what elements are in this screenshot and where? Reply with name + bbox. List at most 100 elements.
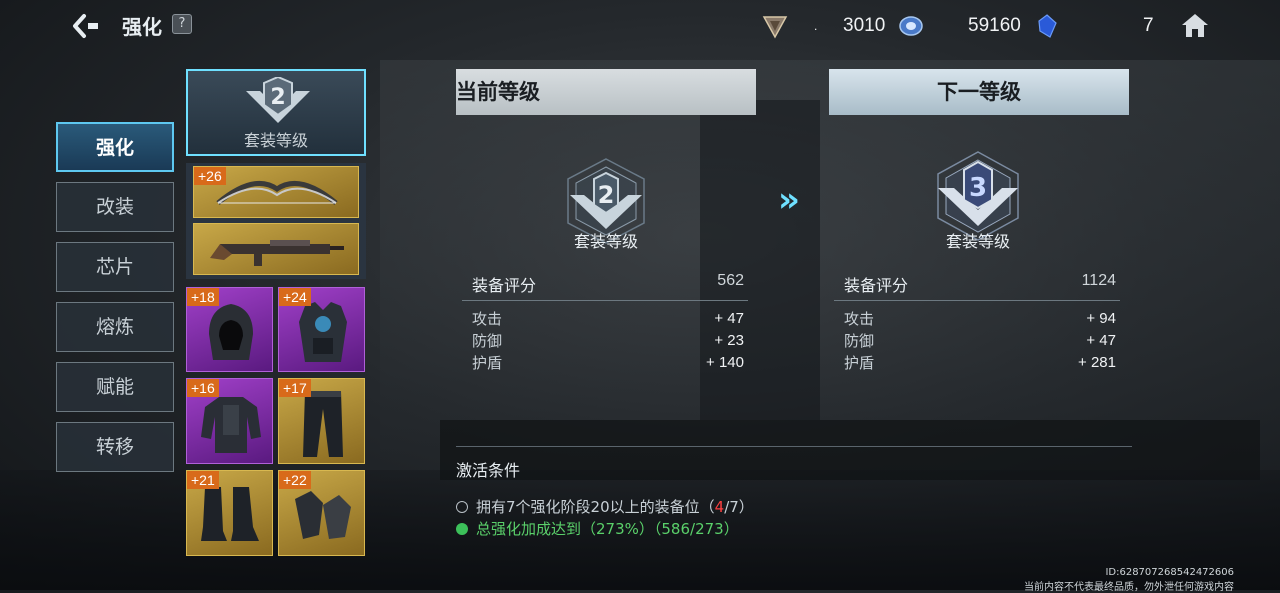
equip-slot-armor[interactable]: +16 xyxy=(186,378,273,464)
rifle-icon xyxy=(210,240,344,266)
next-stat-value: + 94 xyxy=(1086,310,1116,327)
next-stat-row: 防御 + 47 xyxy=(834,332,1120,350)
next-score-value: 1124 xyxy=(1081,272,1116,289)
back-button[interactable] xyxy=(70,12,102,40)
current-score-value: 562 xyxy=(717,272,744,289)
top-bar: 强化 ? . 3010 59160 7 xyxy=(0,0,1280,52)
condition-1-prefix: 拥有7个强化阶段20以上的装备位（ xyxy=(476,498,715,516)
tab-smelt[interactable]: 熔炼 xyxy=(56,302,174,352)
equip-slot-rifle[interactable] xyxy=(193,223,359,275)
check-circle-icon xyxy=(456,522,468,535)
condition-2-text: 总强化加成达到（273%）（586/273） xyxy=(476,520,739,538)
current-stat-value: + 140 xyxy=(706,354,744,371)
next-score-label: 装备评分 xyxy=(844,276,909,295)
currency-orb xyxy=(898,12,924,40)
next-stat-value: + 281 xyxy=(1078,354,1116,371)
next-stats: 装备评分 1124 攻击 + 94 防御 + 47 护盾 + 281 xyxy=(834,272,1120,371)
hood-icon xyxy=(209,304,253,360)
condition-1-suffix: /7） xyxy=(724,498,754,516)
current-stat-row: 护盾 + 140 xyxy=(462,354,748,372)
conditions-divider xyxy=(456,446,1132,447)
next-stat-row: 护盾 + 281 xyxy=(834,354,1120,372)
next-level-label: 套装等级 xyxy=(945,232,1010,251)
currency-separator: . xyxy=(814,19,818,33)
suit-level-emblem-icon: 2 xyxy=(246,77,310,123)
gloves-enhance-badge: +22 xyxy=(279,471,311,489)
tab-chip[interactable]: 芯片 xyxy=(56,242,174,292)
equip-slot-hood[interactable]: +18 xyxy=(186,287,273,372)
currency-1: 3010 xyxy=(843,12,885,40)
bow-enhance-badge: +26 xyxy=(194,167,226,185)
next-level-header: 下一等级 xyxy=(829,69,1129,115)
vest-enhance-badge: +24 xyxy=(279,288,311,306)
next-stat-value: + 47 xyxy=(1086,332,1116,349)
current-level-label: 套装等级 xyxy=(573,232,638,251)
equip-slot-boots[interactable]: +21 xyxy=(186,470,273,556)
current-stat-name: 护盾 xyxy=(472,354,503,372)
suit-level-number: 2 xyxy=(270,85,285,110)
tab-empower[interactable]: 赋能 xyxy=(56,362,174,412)
current-stat-value: + 23 xyxy=(714,332,744,349)
tab-enhance[interactable]: 强化 xyxy=(56,122,174,172)
bow-icon xyxy=(216,180,338,205)
next-stat-row: 攻击 + 94 xyxy=(834,310,1120,328)
page-title: 强化 xyxy=(122,15,162,39)
conditions-title: 激活条件 xyxy=(456,461,521,480)
currency-1-value: 3010 xyxy=(843,15,886,36)
shield-emblem-icon xyxy=(762,16,788,39)
help-icon[interactable]: ? xyxy=(172,14,192,34)
watermark-id: ID:628707268542472606 xyxy=(1105,567,1234,578)
hood-enhance-badge: +18 xyxy=(187,288,219,306)
gloves-icon xyxy=(295,491,351,539)
home-button[interactable] xyxy=(1180,10,1210,40)
currency-gem xyxy=(1036,12,1058,40)
suit-level-card[interactable]: 2 套装等级 xyxy=(186,69,366,156)
equip-slot-pants[interactable]: +17 xyxy=(278,378,365,464)
boots-icon xyxy=(201,487,259,541)
current-score-row: 装备评分 562 xyxy=(462,272,748,301)
unchecked-circle-icon xyxy=(456,500,468,513)
boots-enhance-badge: +21 xyxy=(187,471,219,489)
current-stat-name: 防御 xyxy=(472,332,503,350)
equip-slot-bow[interactable]: +26 xyxy=(193,166,359,218)
back-arrow-icon xyxy=(73,14,98,38)
condition-1-progress: 4 xyxy=(714,497,725,516)
current-stat-name: 攻击 xyxy=(472,310,503,328)
pants-icon xyxy=(303,391,343,457)
tab-modify[interactable]: 改装 xyxy=(56,182,174,232)
level-arrow-icon: » xyxy=(778,180,800,220)
currency-2: 59160 xyxy=(968,12,1021,40)
pants-enhance-badge: +17 xyxy=(279,379,311,397)
next-stat-name: 护盾 xyxy=(844,354,875,372)
condition-item-total: 总强化加成达到（273%）（586/273） xyxy=(456,518,739,539)
currency-emblem xyxy=(762,12,788,40)
armor-icon xyxy=(201,397,261,453)
currency-3-value: 7 xyxy=(1143,15,1154,36)
currency-3: 7 xyxy=(1143,12,1154,40)
home-icon xyxy=(1182,14,1208,37)
equip-slot-gloves[interactable]: +22 xyxy=(278,470,365,556)
equip-slot-vest[interactable]: +24 xyxy=(278,287,365,372)
next-stat-name: 防御 xyxy=(844,332,875,350)
blue-orb-icon xyxy=(899,16,923,36)
watermark-notice: 当前内容不代表最终品质，勿外泄任何游戏内容 xyxy=(1024,582,1234,593)
current-stat-value: + 47 xyxy=(714,310,744,327)
current-stat-row: 攻击 + 47 xyxy=(462,310,748,328)
current-stat-row: 防御 + 23 xyxy=(462,332,748,350)
next-score-row: 装备评分 1124 xyxy=(834,272,1120,301)
suit-level-label: 套装等级 xyxy=(243,131,308,150)
background-rack xyxy=(700,100,820,420)
armor-enhance-badge: +16 xyxy=(187,379,219,397)
current-level-header: 当前等级 xyxy=(456,69,756,115)
current-stats: 装备评分 562 攻击 + 47 防御 + 23 护盾 + 140 xyxy=(462,272,748,371)
tab-transfer[interactable]: 转移 xyxy=(56,422,174,472)
condition-item-slots: 拥有7个强化阶段20以上的装备位（ 4 /7） xyxy=(456,496,754,517)
current-level-number: 2 xyxy=(598,181,615,209)
vest-icon xyxy=(299,302,347,362)
next-stat-name: 攻击 xyxy=(844,310,875,328)
background-wall xyxy=(380,60,1280,480)
current-score-label: 装备评分 xyxy=(472,276,537,295)
currency-2-value: 59160 xyxy=(968,15,1021,36)
next-level-number: 3 xyxy=(969,173,987,203)
blue-gem-icon xyxy=(1038,14,1057,38)
